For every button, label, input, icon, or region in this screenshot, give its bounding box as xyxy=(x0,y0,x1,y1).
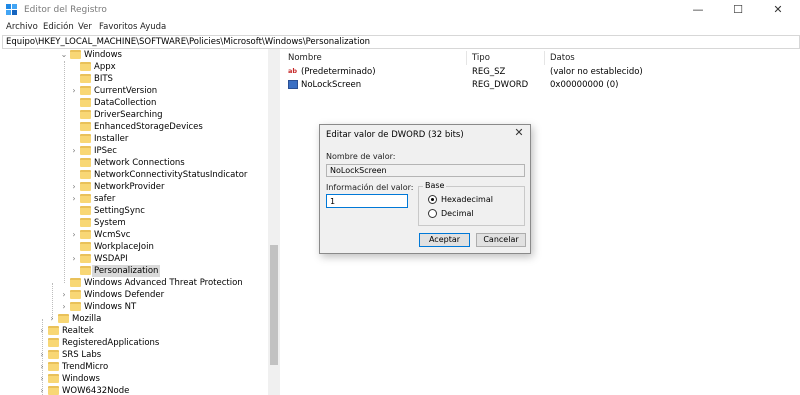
folder-icon xyxy=(80,110,91,119)
folder-icon xyxy=(70,302,81,311)
value-name: NoLockScreen xyxy=(301,80,362,90)
base-group-label: Base xyxy=(423,181,447,190)
folder-icon xyxy=(58,314,69,323)
value-row[interactable]: ab (Predeterminado) REG_SZ (valor no est… xyxy=(283,66,800,78)
minimize-button[interactable]: — xyxy=(678,0,718,20)
value-name-field: NoLockScreen xyxy=(326,164,525,177)
folder-icon xyxy=(48,350,59,359)
folder-icon xyxy=(80,194,91,203)
edit-dword-dialog: Editar valor de DWORD (32 bits) ✕ Nombre… xyxy=(319,124,531,254)
folder-icon xyxy=(80,98,91,107)
chevron-right-icon[interactable]: › xyxy=(38,373,46,385)
folder-icon xyxy=(80,62,91,71)
column-header-name[interactable]: Nombre xyxy=(283,51,467,65)
key-tree[interactable]: ⌄ Windows Appx BITS › CurrentVersion Dat… xyxy=(0,49,280,395)
chevron-right-icon[interactable]: › xyxy=(48,313,56,325)
chevron-right-icon[interactable]: › xyxy=(60,301,68,313)
folder-icon xyxy=(80,74,91,83)
folder-icon xyxy=(48,374,59,383)
address-path[interactable]: Equipo\HKEY_LOCAL_MACHINE\SOFTWARE\Polic… xyxy=(6,37,370,47)
value-data-input[interactable] xyxy=(326,194,408,208)
dialog-title: Editar valor de DWORD (32 bits) xyxy=(326,130,464,140)
value-name: (Predeterminado) xyxy=(301,67,376,77)
chevron-right-icon[interactable]: › xyxy=(70,229,78,241)
address-bar[interactable]: Equipo\HKEY_LOCAL_MACHINE\SOFTWARE\Polic… xyxy=(2,35,800,49)
folder-icon xyxy=(48,362,59,371)
base-group: Base Hexadecimal Decimal xyxy=(418,181,525,226)
folder-icon xyxy=(80,266,91,275)
value-data: 0x00000000 (0) xyxy=(550,80,619,90)
folder-icon xyxy=(48,326,59,335)
folder-icon xyxy=(80,218,91,227)
hexadecimal-label[interactable]: Hexadecimal xyxy=(441,195,493,204)
title-bar: Editor del Registro — ☐ ✕ xyxy=(0,0,800,20)
value-data: (valor no establecido) xyxy=(550,67,643,77)
menu-favoritos[interactable]: Favoritos xyxy=(99,22,137,32)
folder-icon xyxy=(80,170,91,179)
chevron-right-icon[interactable]: › xyxy=(70,85,78,97)
dialog-close-button[interactable]: ✕ xyxy=(512,126,526,140)
folder-icon xyxy=(80,254,91,263)
value-type: REG_DWORD xyxy=(472,80,529,90)
column-header-type[interactable]: Tipo xyxy=(467,51,545,65)
folder-icon xyxy=(80,242,91,251)
value-name-label: Nombre de valor: xyxy=(326,152,396,161)
tree-guide-line xyxy=(64,61,65,283)
ok-button[interactable]: Aceptar xyxy=(419,233,470,247)
chevron-right-icon[interactable]: › xyxy=(70,253,78,265)
folder-icon xyxy=(70,290,81,299)
folder-icon xyxy=(80,206,91,215)
value-type: REG_SZ xyxy=(472,67,506,77)
folder-icon xyxy=(80,182,91,191)
hexadecimal-radio[interactable] xyxy=(428,195,437,204)
folder-icon xyxy=(48,338,59,347)
column-header-data[interactable]: Datos xyxy=(545,51,800,65)
decimal-label[interactable]: Decimal xyxy=(441,209,474,218)
folder-icon xyxy=(80,158,91,167)
folder-icon xyxy=(80,134,91,143)
value-row[interactable]: NoLockScreen REG_DWORD 0x00000000 (0) xyxy=(283,79,800,91)
menu-bar: Archivo Edición Ver Favoritos Ayuda xyxy=(0,20,800,35)
folder-icon xyxy=(80,122,91,131)
tree-scrollbar[interactable] xyxy=(268,49,280,395)
menu-ver[interactable]: Ver xyxy=(78,22,92,32)
folder-icon xyxy=(80,146,91,155)
cancel-button[interactable]: Cancelar xyxy=(476,233,526,247)
chevron-right-icon[interactable]: › xyxy=(38,385,46,395)
string-value-icon: ab xyxy=(288,67,298,75)
chevron-right-icon[interactable]: › xyxy=(38,361,46,373)
window-title: Editor del Registro xyxy=(24,5,107,15)
chevron-right-icon[interactable]: › xyxy=(38,325,46,337)
folder-icon xyxy=(48,386,59,395)
menu-archivo[interactable]: Archivo xyxy=(6,22,38,32)
chevron-down-icon[interactable]: ⌄ xyxy=(60,49,68,61)
maximize-button[interactable]: ☐ xyxy=(718,0,758,20)
menu-ayuda[interactable]: Ayuda xyxy=(140,22,166,32)
folder-icon xyxy=(70,278,81,287)
chevron-right-icon[interactable]: › xyxy=(60,289,68,301)
decimal-radio[interactable] xyxy=(428,209,437,218)
menu-edicion[interactable]: Edición xyxy=(43,22,74,32)
chevron-right-icon[interactable]: › xyxy=(70,145,78,157)
folder-icon xyxy=(80,230,91,239)
folder-icon xyxy=(70,50,81,59)
close-button[interactable]: ✕ xyxy=(758,0,798,20)
chevron-right-icon[interactable]: › xyxy=(70,193,78,205)
value-data-label: Información del valor: xyxy=(326,183,414,192)
chevron-right-icon[interactable]: › xyxy=(70,181,78,193)
registry-editor-icon xyxy=(6,4,17,15)
binary-value-icon xyxy=(288,80,298,89)
chevron-right-icon[interactable]: › xyxy=(38,349,46,361)
folder-icon xyxy=(80,86,91,95)
tree-scrollbar-thumb[interactable] xyxy=(270,245,278,365)
